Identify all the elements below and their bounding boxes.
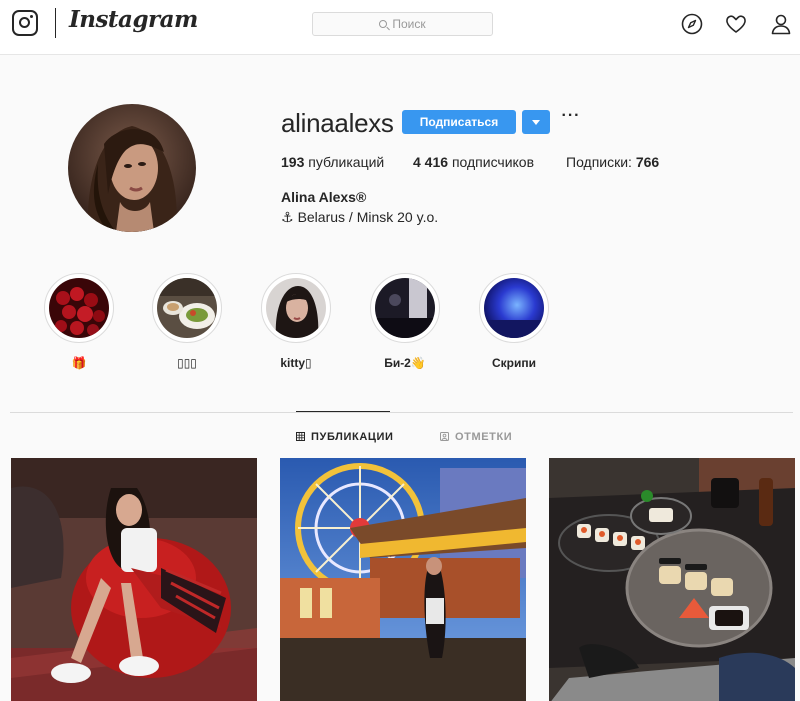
profile-full-name: Alina Alexs® xyxy=(281,189,367,205)
highlight-item[interactable]: 🎁 xyxy=(34,273,124,371)
highlight-label: Би-2👋 xyxy=(384,356,426,370)
profile-bio: ⚓ Belarus / Minsk 20 y.o. xyxy=(281,209,438,226)
posts-label: публикаций xyxy=(308,154,385,170)
highlight-cover-stage xyxy=(484,278,544,338)
tab-posts[interactable]: ПУБЛИКАЦИИ xyxy=(296,431,394,443)
followers-count: 4 416 xyxy=(413,154,449,170)
following-label: Подписки: xyxy=(566,154,632,170)
suggestions-dropdown-button[interactable] xyxy=(522,110,550,134)
grid-icon xyxy=(296,432,305,441)
profile-username: alinaalexs xyxy=(281,108,394,138)
profile-avatar[interactable] xyxy=(68,104,196,232)
tab-posts-label: ПУБЛИКАЦИИ xyxy=(311,431,394,443)
instagram-camera-icon[interactable] xyxy=(12,10,38,36)
instagram-wordmark[interactable]: Instagram xyxy=(69,6,198,33)
bio-text: Belarus / Minsk 20 y.o. xyxy=(297,209,439,225)
tab-tagged-label: ОТМЕТКИ xyxy=(455,431,513,443)
highlight-cover-selfie xyxy=(266,278,326,338)
compass-explore-icon[interactable] xyxy=(681,13,703,35)
tag-icon xyxy=(440,432,449,441)
following-stat[interactable]: Подписки: 766 xyxy=(566,154,659,170)
highlight-cover-concert xyxy=(375,278,435,338)
posts-stat: 193 публикаций xyxy=(281,154,384,170)
highlight-item[interactable]: Би-2👋 xyxy=(360,273,450,371)
highlight-ring xyxy=(261,273,331,343)
highlight-cover-food xyxy=(157,278,217,338)
highlight-label: kitty▯ xyxy=(280,356,312,370)
highlight-cover-roses xyxy=(49,278,109,338)
highlight-item[interactable]: Скрипи xyxy=(469,273,559,371)
posts-count: 193 xyxy=(281,154,305,170)
highlight-ring xyxy=(479,273,549,343)
highlight-ring xyxy=(44,273,114,343)
post-thumbnail[interactable] xyxy=(549,458,795,701)
search-placeholder: Поиск xyxy=(392,17,426,31)
post-thumbnail[interactable] xyxy=(280,458,526,701)
top-nav: Instagram Поиск xyxy=(0,0,800,55)
followers-stat[interactable]: 4 416 подписчиков xyxy=(413,154,534,170)
highlight-item[interactable]: kitty▯ xyxy=(251,273,341,371)
follow-button[interactable]: Подписаться xyxy=(402,110,516,134)
logo-divider xyxy=(55,8,56,38)
heart-activity-icon[interactable] xyxy=(725,13,747,35)
highlight-label: Скрипи xyxy=(491,356,536,370)
active-tab-indicator xyxy=(296,411,390,412)
search-input[interactable]: Поиск xyxy=(312,12,493,36)
followers-label: подписчиков xyxy=(451,154,535,170)
search-icon xyxy=(379,20,388,28)
anchor-icon: ⚓ xyxy=(281,209,294,225)
highlight-ring xyxy=(152,273,222,343)
highlight-ring xyxy=(370,273,440,343)
highlight-label: 🎁 xyxy=(71,356,87,370)
post-thumbnail[interactable] xyxy=(11,458,257,701)
following-count: 766 xyxy=(635,154,660,170)
tab-tagged[interactable]: ОТМЕТКИ xyxy=(440,431,512,443)
highlight-label: ▯▯▯ xyxy=(177,356,197,370)
user-profile-icon[interactable] xyxy=(770,13,792,35)
tabs-divider xyxy=(10,412,793,413)
highlight-item[interactable]: ▯▯▯ xyxy=(142,273,232,371)
more-options-button[interactable]: ··· xyxy=(560,108,582,132)
